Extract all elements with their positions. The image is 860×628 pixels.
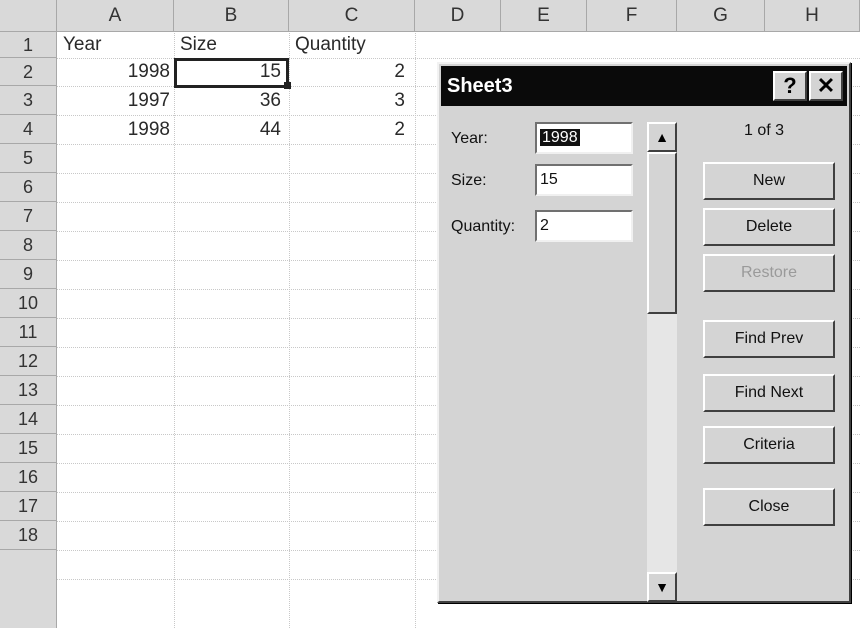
data-form-dialog: Sheet3 ? ✕ Year: 1998 Size: 15 Quantity:… [437, 62, 851, 603]
criteria-button[interactable]: Criteria [703, 426, 835, 464]
row-header-9[interactable]: 9 [0, 260, 57, 289]
cell-b4[interactable]: 44 [174, 115, 289, 144]
cell-a2[interactable]: 1998 [57, 58, 174, 86]
cell-a1[interactable]: Year [57, 32, 174, 58]
cell-b3[interactable]: 36 [174, 86, 289, 115]
year-label: Year: [451, 130, 488, 147]
gridline [415, 0, 416, 628]
record-counter: 1 of 3 [743, 122, 785, 139]
size-field[interactable]: 15 [535, 164, 633, 196]
scroll-down-icon[interactable]: ▼ [647, 572, 677, 602]
new-button[interactable]: New [703, 162, 835, 200]
column-header-a[interactable]: A [57, 0, 174, 32]
cell-c4[interactable]: 2 [289, 115, 415, 144]
fill-handle[interactable] [284, 82, 291, 89]
cell-c1[interactable]: Quantity [289, 32, 415, 58]
close-icon[interactable]: ✕ [809, 71, 843, 101]
scroll-thumb[interactable] [647, 152, 677, 314]
column-header-d[interactable]: D [415, 0, 501, 32]
cell-b1[interactable]: Size [174, 32, 289, 58]
column-header-h[interactable]: H [765, 0, 860, 32]
row-header-17[interactable]: 17 [0, 492, 57, 521]
year-value: 1998 [540, 129, 580, 146]
cell-a3[interactable]: 1997 [57, 86, 174, 115]
row-header-4[interactable]: 4 [0, 115, 57, 144]
quantity-label: Quantity: [451, 218, 516, 235]
row-header-2[interactable]: 2 [0, 58, 57, 86]
cell-c3[interactable]: 3 [289, 86, 415, 115]
row-header-1[interactable]: 1 [0, 32, 57, 58]
dialog-titlebar[interactable]: Sheet3 ? ✕ [441, 66, 847, 106]
row-header-10[interactable]: 10 [0, 289, 57, 318]
row-header-14[interactable]: 14 [0, 405, 57, 434]
dialog-title: Sheet3 [447, 75, 513, 97]
size-label: Size: [451, 172, 487, 189]
restore-button[interactable]: Restore [703, 254, 835, 292]
row-header-11[interactable]: 11 [0, 318, 57, 347]
find-next-button[interactable]: Find Next [703, 374, 835, 412]
quantity-field[interactable]: 2 [535, 210, 633, 242]
column-header-f[interactable]: F [587, 0, 677, 32]
year-field[interactable]: 1998 [535, 122, 633, 154]
record-scrollbar[interactable]: ▲ ▼ [647, 122, 677, 602]
column-header-b[interactable]: B [174, 0, 289, 32]
close-button[interactable]: Close [703, 488, 835, 526]
row-header-6[interactable]: 6 [0, 173, 57, 202]
column-header-g[interactable]: G [677, 0, 765, 32]
row-header-15[interactable]: 15 [0, 434, 57, 463]
row-header-13[interactable]: 13 [0, 376, 57, 405]
row-header-16[interactable]: 16 [0, 463, 57, 492]
row-header-18[interactable]: 18 [0, 521, 57, 550]
cell-a4[interactable]: 1998 [57, 115, 174, 144]
select-all-corner[interactable] [0, 0, 57, 32]
row-header-12[interactable]: 12 [0, 347, 57, 376]
delete-button[interactable]: Delete [703, 208, 835, 246]
column-header-c[interactable]: C [289, 0, 415, 32]
row-header-7[interactable]: 7 [0, 202, 57, 231]
column-header-e[interactable]: E [501, 0, 587, 32]
help-button[interactable]: ? [773, 71, 807, 101]
row-header-5[interactable]: 5 [0, 144, 57, 173]
row-header-3[interactable]: 3 [0, 86, 57, 115]
row-header-filler [0, 550, 57, 628]
active-cell-border [174, 58, 289, 88]
find-prev-button[interactable]: Find Prev [703, 320, 835, 358]
row-header-8[interactable]: 8 [0, 231, 57, 260]
scroll-up-icon[interactable]: ▲ [647, 122, 677, 152]
cell-c2[interactable]: 2 [289, 58, 415, 86]
